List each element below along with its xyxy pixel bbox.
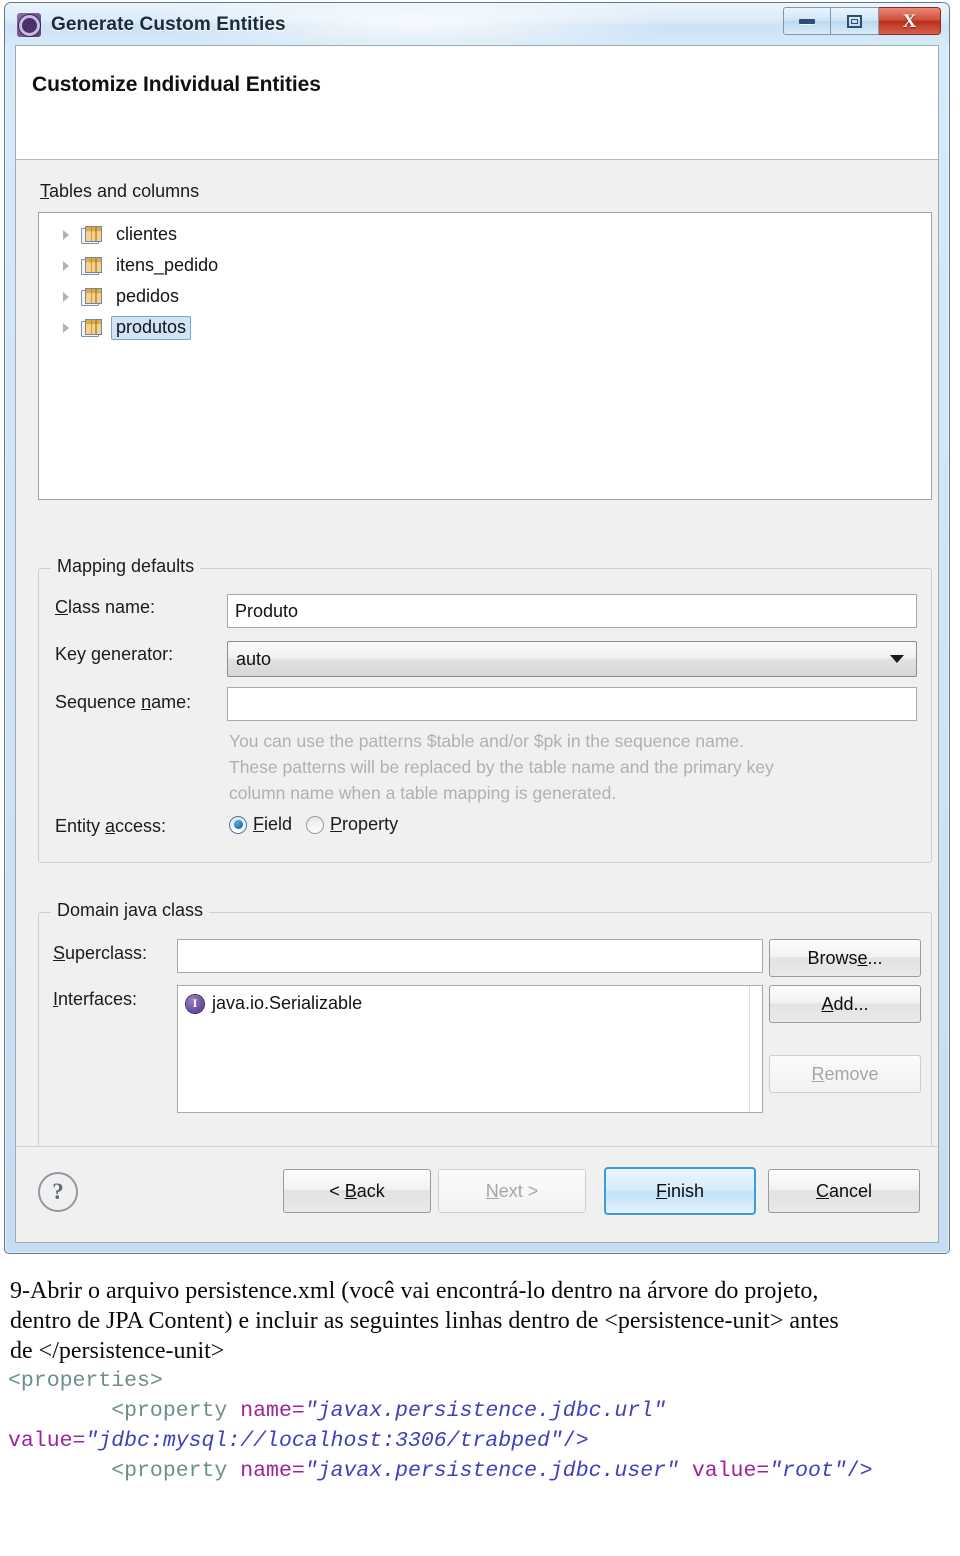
code-block: <properties> <property name="javax.persi…: [0, 1366, 960, 1486]
table-name-selected: produtos: [111, 315, 192, 340]
chevron-right-icon[interactable]: [57, 257, 75, 275]
interface-icon: I: [186, 994, 204, 1013]
finish-button-label: Finish: [655, 1180, 705, 1201]
radio-property-dot: [306, 815, 325, 834]
key-generator-value: auto: [236, 648, 272, 669]
code-line: value="jdbc:mysql://localhost:3306/trabp…: [8, 1429, 589, 1453]
minimize-button[interactable]: [783, 7, 831, 35]
table-icon: [81, 287, 102, 306]
dialog-button-bar: ? < Back Next > Finish Cancel: [16, 1146, 938, 1242]
class-name-input[interactable]: [227, 594, 917, 628]
back-button[interactable]: < Back: [283, 1169, 431, 1213]
superclass-row: Superclass:: [53, 943, 147, 964]
domain-java-class-caption: Domain java class: [51, 900, 210, 921]
table-icon: [81, 256, 102, 275]
superclass-label: Superclass:: [53, 943, 148, 963]
entity-access-label: Entity access:: [55, 816, 167, 836]
title-bar[interactable]: Generate Custom Entities X: [5, 3, 949, 45]
sequence-name-input[interactable]: [227, 687, 917, 721]
remove-button-label: Remove: [811, 1063, 879, 1084]
key-generator-row: Key generator:: [55, 644, 173, 665]
chevron-right-icon[interactable]: [57, 319, 75, 337]
sequence-name-label: Sequence name:: [55, 692, 192, 712]
radio-field-dot: [229, 815, 247, 834]
document-text: 9-Abrir o arquivo persistence.xml (você …: [0, 1276, 960, 1486]
tables-tree[interactable]: clientes itens_pedido pedidos produtos: [38, 212, 932, 500]
add-button[interactable]: Add...: [769, 985, 921, 1023]
chevron-right-icon[interactable]: [57, 226, 75, 244]
radio-property-label: Property: [330, 814, 399, 834]
chevron-right-icon[interactable]: [57, 288, 75, 306]
interfaces-list-scrollbar[interactable]: [749, 986, 762, 1112]
class-name-row: Class name:: [55, 597, 155, 618]
interfaces-label: Interfaces:: [53, 989, 138, 1009]
class-name-label: Class name:: [55, 597, 156, 617]
sequence-hint-line-1: You can use the patterns $table and/or $…: [229, 731, 745, 751]
table-name: pedidos: [116, 285, 180, 306]
remove-button: Remove: [769, 1055, 921, 1093]
dialog-client-area: Customize Individual Entities Tables and…: [15, 45, 939, 1243]
table-row-clientes[interactable]: clientes: [39, 219, 931, 250]
mapping-defaults-group: Mapping defaults Class name: Key generat…: [38, 556, 932, 863]
key-generator-select[interactable]: auto: [227, 641, 917, 677]
table-row-produtos[interactable]: produtos: [39, 312, 931, 343]
minimize-icon: [799, 18, 815, 24]
radio-property[interactable]: Property: [306, 814, 398, 835]
entity-access-options: Field Property: [229, 814, 412, 835]
interface-name: java.io.Serializable: [212, 993, 363, 1013]
browse-button[interactable]: Browse...: [769, 939, 921, 977]
back-button-label: < Back: [329, 1180, 385, 1201]
close-icon: X: [902, 10, 917, 32]
entity-access-row: Entity access:: [55, 816, 166, 837]
sequence-name-row: Sequence name:: [55, 692, 191, 713]
key-generator-label: Key generator:: [55, 644, 174, 664]
table-row-itens-pedido[interactable]: itens_pedido: [39, 250, 931, 281]
close-button[interactable]: X: [879, 7, 941, 35]
superclass-input[interactable]: [177, 939, 763, 973]
finish-button[interactable]: Finish: [604, 1167, 756, 1215]
window-controls: X: [783, 7, 941, 35]
table-name: clientes: [116, 223, 178, 244]
maximize-button[interactable]: [831, 7, 879, 35]
next-button: Next >: [438, 1169, 586, 1213]
table-icon: [81, 225, 102, 244]
next-button-label: Next >: [485, 1180, 539, 1201]
paragraph-line-2: dentro de JPA Content) e incluir as segu…: [10, 1308, 839, 1334]
interfaces-row: Interfaces:: [53, 989, 137, 1010]
restore-icon: [847, 14, 862, 28]
dialog-window: Generate Custom Entities X Customize Ind…: [4, 2, 950, 1254]
cancel-button[interactable]: Cancel: [768, 1169, 920, 1213]
help-icon[interactable]: ?: [38, 1172, 78, 1212]
radio-field-label: Field: [253, 814, 293, 834]
sequence-hint-line-3: column name when a table mapping is gene…: [229, 783, 617, 803]
window-title: Generate Custom Entities: [51, 14, 286, 35]
domain-java-class-group: Domain java class Superclass: Browse... …: [38, 900, 932, 1148]
radio-field[interactable]: Field: [229, 814, 292, 835]
dialog-body: Tables and columns clientes itens_pedido…: [16, 160, 938, 1148]
interfaces-list[interactable]: I java.io.Serializable: [177, 985, 763, 1113]
paragraph-line-3: de </persistence-unit>: [10, 1338, 225, 1364]
code-line: <property name="javax.persistence.jdbc.u…: [111, 1399, 667, 1423]
tables-and-columns-label: Tables and columns: [40, 181, 200, 201]
gear-icon: [17, 13, 41, 37]
table-row-pedidos[interactable]: pedidos: [39, 281, 931, 312]
browse-button-label: Browse...: [807, 947, 883, 968]
add-button-label: Add...: [821, 993, 869, 1014]
page-title: Customize Individual Entities: [32, 73, 321, 96]
sequence-hint-line-2: These patterns will be replaced by the t…: [229, 757, 774, 777]
code-line: <properties>: [8, 1369, 163, 1393]
paragraph-line-1: 9-Abrir o arquivo persistence.xml (você …: [10, 1278, 819, 1304]
table-icon: [81, 318, 102, 337]
code-line: <property name="javax.persistence.jdbc.u…: [111, 1459, 873, 1483]
table-name: itens_pedido: [116, 254, 219, 275]
list-item[interactable]: I java.io.Serializable: [178, 986, 762, 1014]
cancel-button-label: Cancel: [815, 1180, 873, 1201]
mapping-defaults-caption: Mapping defaults: [51, 556, 201, 577]
chevron-down-icon: [890, 655, 904, 663]
dialog-header: Customize Individual Entities: [16, 46, 938, 160]
